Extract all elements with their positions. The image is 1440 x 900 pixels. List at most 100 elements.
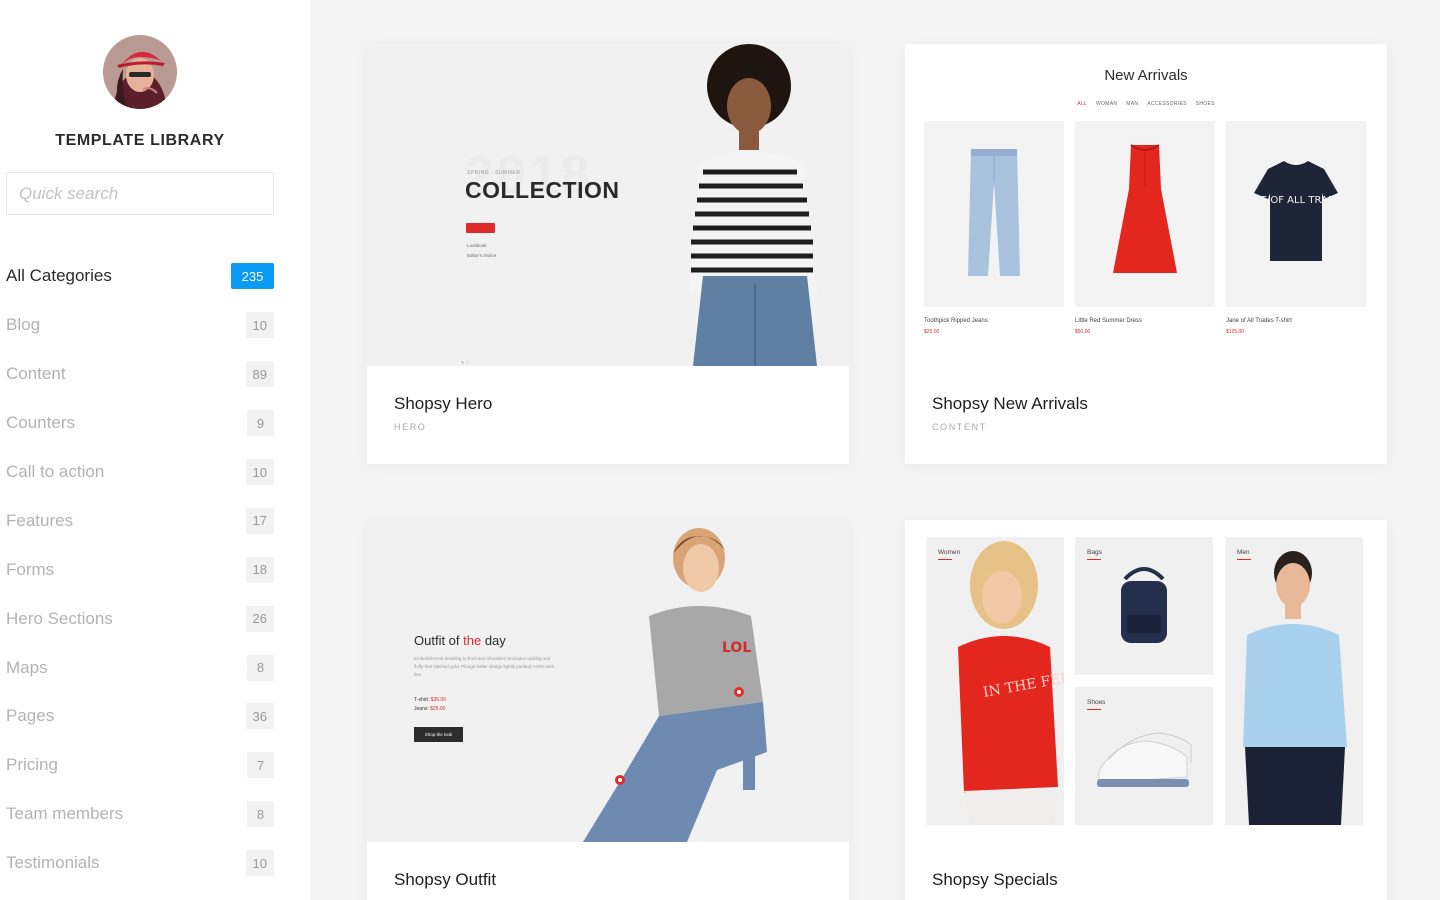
card-category: CONTENT xyxy=(932,422,987,432)
tab-accessories: ACCESSORIES xyxy=(1147,101,1187,107)
category-features[interactable]: Features 17 xyxy=(0,496,290,545)
slider-dots-icon xyxy=(461,361,469,364)
template-thumbnail: Outfit of the day Embellishment detailin… xyxy=(367,520,849,842)
category-count-badge: 235 xyxy=(231,263,274,290)
card-info: Shopsy New Arrivals CONTENT xyxy=(905,366,1387,460)
category-pricing[interactable]: Pricing 7 xyxy=(0,741,290,790)
template-card-shopsy-specials[interactable]: IN THE FEELS Women Bags Shoes Men Shopsy… xyxy=(905,520,1387,900)
hero-link: Lookbook xyxy=(467,243,487,248)
template-card-shopsy-outfit[interactable]: Outfit of the day Embellishment detailin… xyxy=(367,520,849,900)
category-label: Team members xyxy=(6,804,124,824)
category-count-badge: 8 xyxy=(247,654,274,681)
category-count-badge: 7 xyxy=(247,752,274,779)
template-thumbnail: 2018 SPRING - SUMMER COLLECTION Lookbook… xyxy=(367,44,849,366)
tile-label: Shoes xyxy=(1087,699,1105,710)
outfit-price: Jeans: $25.00 xyxy=(414,706,446,712)
product-price: $50.00 xyxy=(1075,329,1091,335)
template-thumbnail: New Arrivals ALL WOMAN MAN ACCESSORIES S… xyxy=(905,44,1387,366)
category-label: All Categories xyxy=(6,266,112,286)
category-count-badge: 17 xyxy=(245,507,274,534)
product-name: Toothpick Ripped Jeans xyxy=(924,318,988,324)
card-info: Shopsy Hero HERO xyxy=(367,366,849,460)
category-count-badge: 18 xyxy=(245,556,274,583)
bags-tile: Bags xyxy=(1075,537,1213,675)
card-title: Shopsy Specials xyxy=(932,870,1058,889)
hero-link: Editor's choice xyxy=(467,253,497,258)
tab-woman: WOMAN xyxy=(1096,101,1118,107)
category-label: Content xyxy=(6,364,66,384)
product-dress-image xyxy=(1075,121,1215,307)
product-jeans-image xyxy=(924,121,1064,307)
new-arrivals-heading: New Arrivals xyxy=(1104,67,1188,84)
category-count-badge: 89 xyxy=(245,361,274,388)
category-label: Forms xyxy=(6,559,55,579)
category-count-badge: 8 xyxy=(247,801,274,828)
shirt-print: JANE OF ALL TRADES xyxy=(1243,195,1348,206)
tile-label: Women xyxy=(938,549,960,560)
product-name: Jane of All Trades T-shirt xyxy=(1226,318,1292,324)
men-tile: Men xyxy=(1225,537,1363,825)
quick-search-input[interactable] xyxy=(6,172,274,215)
category-maps[interactable]: Maps 8 xyxy=(0,643,290,692)
template-thumbnail: IN THE FEELS Women Bags Shoes Men xyxy=(905,520,1387,842)
shop-the-look-button: Shop the look xyxy=(414,727,463,742)
category-content[interactable]: Content 89 xyxy=(0,350,290,399)
template-card-shopsy-new-arrivals[interactable]: New Arrivals ALL WOMAN MAN ACCESSORIES S… xyxy=(905,44,1387,464)
card-info: Shopsy Specials xyxy=(905,842,1387,900)
card-title: Shopsy Hero xyxy=(394,394,493,413)
category-count-badge: 36 xyxy=(245,703,274,730)
category-pages[interactable]: Pages 36 xyxy=(0,692,290,741)
category-label: Pricing xyxy=(6,755,58,775)
category-count-badge: 9 xyxy=(247,410,274,437)
hero-model-illustration xyxy=(689,44,817,366)
tab-man: MAN xyxy=(1126,101,1139,107)
category-hero-sections[interactable]: Hero Sections 26 xyxy=(0,594,290,643)
outfit-description: Embellishment detailing to front and sho… xyxy=(414,656,555,678)
library-title: TEMPLATE LIBRARY xyxy=(55,132,225,149)
outfit-model-illustration: LOL xyxy=(583,528,767,842)
category-count-badge: 10 xyxy=(245,312,274,339)
new-arrivals-tabs: ALL WOMAN MAN ACCESSORIES SHOES xyxy=(905,101,1387,107)
category-label: Features xyxy=(6,510,74,530)
category-list: All Categories 235 Blog 10 Content 89 Co… xyxy=(0,252,290,888)
tab-shoes: SHOES xyxy=(1195,101,1215,107)
category-label: Blog xyxy=(6,315,41,335)
product-price: $125.00 xyxy=(1226,329,1245,335)
card-title: Shopsy Outfit xyxy=(394,870,497,889)
hero-headline: COLLECTION xyxy=(465,177,620,203)
category-counters[interactable]: Counters 9 xyxy=(0,399,290,448)
shoes-tile: Shoes xyxy=(1075,687,1213,825)
card-category: HERO xyxy=(394,422,427,432)
category-label: Pages xyxy=(6,706,55,726)
category-call-to-action[interactable]: Call to action 10 xyxy=(0,448,290,497)
shirt-print: LOL xyxy=(722,640,751,656)
tile-label: Bags xyxy=(1087,549,1102,560)
category-count-badge: 10 xyxy=(245,459,274,485)
category-label: Call to action xyxy=(6,462,105,481)
avatar xyxy=(103,35,177,109)
hero-shop-button xyxy=(466,223,495,233)
category-count-badge: 10 xyxy=(245,850,274,877)
product-name: Little Red Summer Dress xyxy=(1075,318,1143,324)
sidebar: TEMPLATE LIBRARY All Categories 235 Blog… xyxy=(0,0,310,900)
template-card-shopsy-hero[interactable]: 2018 SPRING - SUMMER COLLECTION Lookbook… xyxy=(367,44,849,464)
product-price: $25.00 xyxy=(924,329,940,335)
outfit-heading: Outfit of the day xyxy=(414,633,506,648)
tab-all: ALL xyxy=(1077,101,1088,107)
category-label: Testimonials xyxy=(6,853,100,873)
category-label: Maps xyxy=(6,657,48,677)
card-title: Shopsy New Arrivals xyxy=(932,394,1088,413)
hero-kicker: SPRING - SUMMER xyxy=(467,170,521,176)
category-label: Hero Sections xyxy=(6,608,113,628)
category-forms[interactable]: Forms 18 xyxy=(0,545,290,594)
category-blog[interactable]: Blog 10 xyxy=(0,301,290,350)
category-count-badge: 26 xyxy=(245,605,274,632)
category-all[interactable]: All Categories 235 xyxy=(0,252,290,301)
category-testimonials[interactable]: Testimonials 10 xyxy=(0,839,290,888)
outfit-price: T-shirt: $35.00 xyxy=(414,697,446,703)
product-tshirt-image: JANE OF ALL TRADES xyxy=(1226,121,1366,307)
category-label: Counters xyxy=(6,413,75,433)
tile-label: Men xyxy=(1237,549,1251,560)
card-info: Shopsy Outfit xyxy=(367,842,849,900)
category-team-members[interactable]: Team members 8 xyxy=(0,790,290,839)
